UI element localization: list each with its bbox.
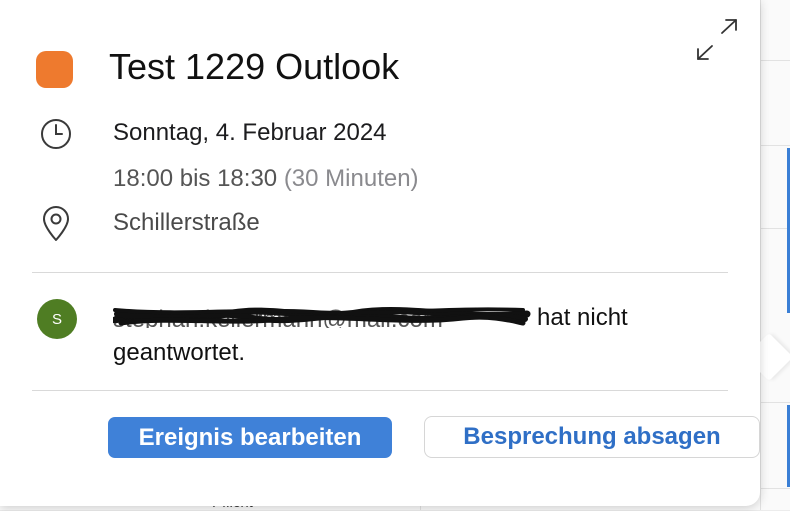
event-duration: (30 Minuten)	[283, 165, 419, 192]
calendar-color-indicator	[36, 51, 73, 88]
calendar-grid-line	[760, 145, 790, 146]
expand-icon[interactable]	[694, 18, 740, 62]
event-title: Test 1229 Outlook	[109, 46, 400, 87]
calendar-grid-line	[760, 488, 790, 489]
divider	[32, 272, 728, 273]
event-date: Sonntag, 4. Februar 2024	[113, 119, 387, 146]
calendar-grid-line	[760, 60, 790, 61]
clock-icon	[40, 118, 72, 150]
calendar-grid-line	[760, 0, 761, 510]
attendee-response: stephan.kellermann@mail.com hat nicht ge…	[113, 300, 673, 370]
calendar-grid-line	[760, 402, 790, 403]
avatar[interactable]: S	[37, 299, 77, 339]
divider	[32, 390, 728, 391]
event-time-range: 18:00 bis 18:30	[113, 165, 278, 192]
redacted-email: stephan.kellermann@mail.com	[113, 304, 531, 328]
event-location[interactable]: Schillerstraße	[113, 209, 260, 237]
avatar-initial: S	[51, 310, 62, 328]
location-pin-icon	[40, 206, 72, 242]
event-popover: Test 1229 Outlook Sonntag, 4. Februar 20…	[0, 0, 760, 506]
calendar-grid-line	[760, 228, 790, 229]
cancel-meeting-button[interactable]: Besprechung absagen	[424, 416, 760, 458]
event-time: 18:00 bis 18:30 (30 Minuten)	[113, 165, 419, 193]
edit-event-button[interactable]: Ereignis bearbeiten	[108, 417, 392, 458]
